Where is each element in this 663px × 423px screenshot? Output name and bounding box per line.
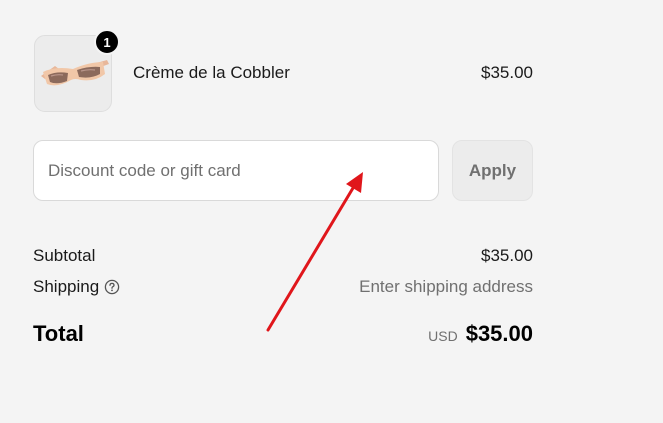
quantity-badge: 1 [94, 29, 120, 55]
total-amount: USD $35.00 [428, 321, 533, 347]
help-circle-icon[interactable] [104, 279, 120, 295]
total-value: $35.00 [465, 321, 533, 346]
product-price: $35.00 [481, 63, 533, 82]
discount-code-input[interactable] [33, 140, 439, 201]
shipping-value: Enter shipping address [359, 277, 533, 296]
shipping-row: Shipping [33, 277, 120, 297]
shipping-label: Shipping [33, 277, 100, 296]
total-label: Total [33, 321, 84, 346]
currency-code: USD [428, 328, 458, 344]
subtotal-label: Subtotal [33, 246, 96, 265]
subtotal-value: $35.00 [481, 246, 533, 265]
apply-discount-button[interactable]: Apply [452, 140, 533, 201]
product-name: Crème de la Cobbler [133, 63, 290, 82]
checkout-order-summary: 1 Crème de la Cobbler $35.00 Apply Subto… [0, 0, 663, 423]
